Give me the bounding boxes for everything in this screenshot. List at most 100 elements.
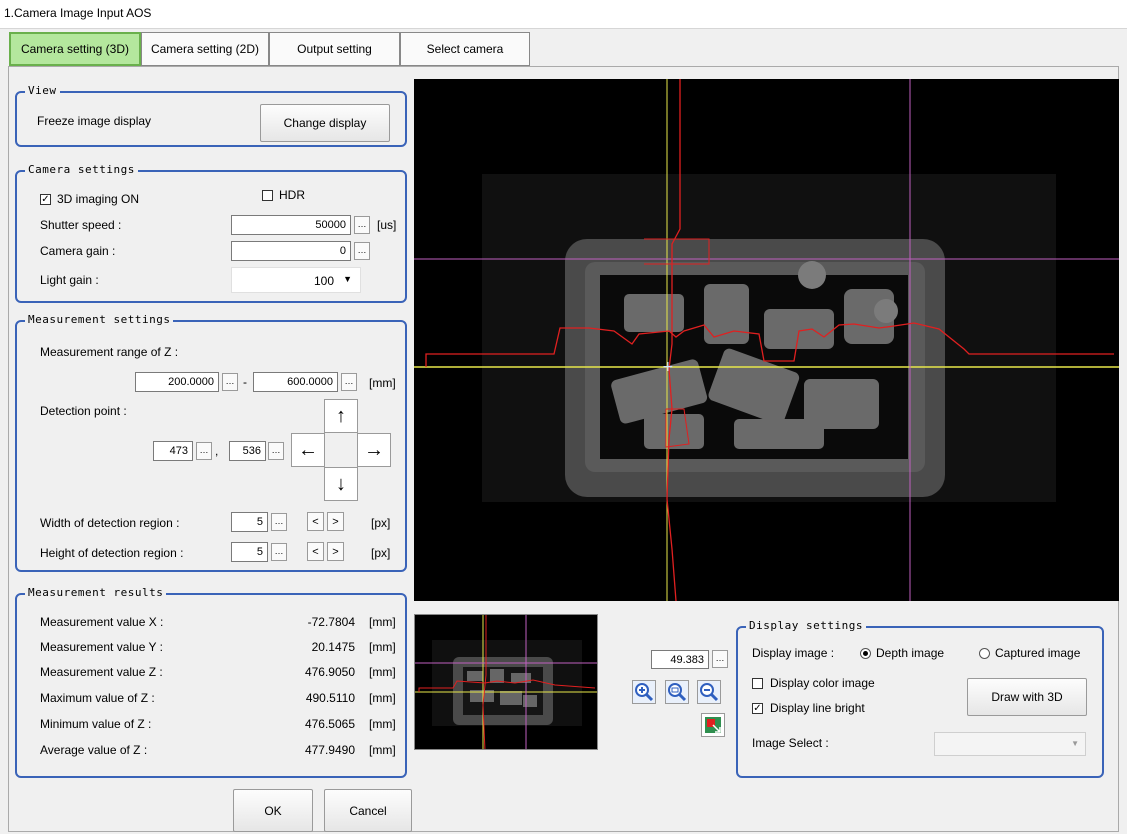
- width-increase-button[interactable]: >: [327, 512, 344, 531]
- height-region-label: Height of detection region :: [40, 546, 184, 560]
- result-unit: [mm]: [369, 717, 396, 731]
- camera-settings-group: Camera settings ✓ 3D imaging ON HDR Shut…: [15, 163, 407, 303]
- shutter-speed-edit-button[interactable]: …: [354, 216, 370, 234]
- depth-image: +: [414, 79, 1119, 601]
- measurement-settings-group: Measurement settings Measurement range o…: [15, 313, 407, 572]
- light-gain-select[interactable]: 100 ▼: [231, 267, 361, 293]
- window-titlebar: 1.Camera Image Input AOS: [0, 0, 1127, 29]
- camera-gain-input[interactable]: 0: [231, 241, 351, 261]
- result-label: Maximum value of Z :: [40, 691, 155, 705]
- height-increase-button[interactable]: >: [327, 542, 344, 561]
- width-decrease-button[interactable]: <: [307, 512, 324, 531]
- zoom-value-input[interactable]: 49.383: [651, 650, 709, 669]
- hdr-checkbox[interactable]: [262, 190, 273, 201]
- result-value: -72.7804: [307, 615, 355, 629]
- ok-button[interactable]: OK: [233, 789, 313, 832]
- imaging-3d-checkbox[interactable]: ✓: [40, 194, 51, 205]
- height-decrease-button[interactable]: <: [307, 542, 324, 561]
- depth-image-label: Depth image: [876, 646, 945, 660]
- result-label: Minimum value of Z :: [40, 717, 152, 731]
- result-unit: [mm]: [369, 640, 396, 654]
- line-bright-checkbox[interactable]: ✓: [752, 703, 763, 714]
- hdr-label: HDR: [279, 188, 305, 202]
- detection-comma: ,: [215, 444, 219, 458]
- tab-camera-setting-3d[interactable]: Camera setting (3D): [9, 32, 141, 66]
- display-settings-title: Display settings: [746, 619, 866, 632]
- cancel-button[interactable]: Cancel: [324, 789, 412, 832]
- height-region-edit-button[interactable]: …: [271, 543, 287, 561]
- tab-select-camera[interactable]: Select camera: [400, 32, 530, 66]
- width-unit: [px]: [371, 516, 391, 530]
- dropdown-arrow-icon: ▼: [343, 274, 352, 284]
- draw-3d-button[interactable]: Draw with 3D: [967, 678, 1087, 716]
- thumbnail-view[interactable]: [414, 614, 598, 750]
- measurement-settings-title: Measurement settings: [25, 313, 174, 326]
- captured-image-radio[interactable]: [979, 648, 990, 659]
- color-image-checkbox[interactable]: [752, 678, 763, 689]
- light-gain-label: Light gain :: [40, 273, 99, 287]
- range-z-label: Measurement range of Z :: [40, 345, 179, 359]
- range-unit: [mm]: [369, 376, 396, 390]
- camera-settings-title: Camera settings: [25, 163, 138, 176]
- move-up-button[interactable]: ↑: [324, 399, 358, 433]
- measurement-results-group: Measurement results Measurement value X …: [15, 586, 407, 778]
- zoom-out-icon[interactable]: [697, 680, 721, 704]
- dropdown-arrow-icon: ▼: [1071, 739, 1079, 748]
- depth-image-radio[interactable]: [860, 648, 871, 659]
- light-gain-value: 100: [313, 274, 334, 288]
- shutter-speed-label: Shutter speed :: [40, 218, 122, 232]
- result-label: Measurement value Y :: [40, 640, 163, 654]
- camera-gain-edit-button[interactable]: …: [354, 242, 370, 260]
- display-settings-group: Display settings Display image : Depth i…: [736, 619, 1104, 778]
- detection-y-input[interactable]: 536: [229, 441, 266, 461]
- height-unit: [px]: [371, 546, 391, 560]
- result-unit: [mm]: [369, 743, 396, 757]
- result-unit: [mm]: [369, 615, 396, 629]
- line-bright-label: Display line bright: [770, 701, 865, 715]
- range-z-min-input[interactable]: 200.0000: [135, 372, 219, 392]
- zoom-value-edit-button[interactable]: …: [712, 650, 728, 668]
- results-list: Measurement value X : -72.7804 [mm] Meas…: [17, 595, 405, 775]
- result-value: 476.9050: [304, 665, 355, 679]
- width-region-edit-button[interactable]: …: [271, 513, 287, 531]
- freeze-image-label: Freeze image display: [37, 114, 152, 128]
- range-z-max-input[interactable]: 600.0000: [253, 372, 338, 392]
- detection-y-edit-button[interactable]: …: [268, 442, 284, 460]
- result-value: 476.5065: [304, 717, 355, 731]
- width-region-label: Width of detection region :: [40, 516, 180, 530]
- move-left-button[interactable]: ←: [291, 433, 325, 467]
- tab-camera-setting-2d[interactable]: Camera setting (2D): [141, 32, 269, 66]
- detection-x-input[interactable]: 473: [153, 441, 193, 461]
- result-unit: [mm]: [369, 665, 396, 679]
- width-region-input[interactable]: 5: [231, 512, 268, 532]
- shutter-speed-input[interactable]: 50000: [231, 215, 351, 235]
- image-select-label: Image Select :: [752, 736, 829, 750]
- image-select-dropdown[interactable]: ▼: [934, 732, 1086, 756]
- result-value: 20.1475: [311, 640, 355, 654]
- camera-gain-label: Camera gain :: [40, 244, 116, 258]
- change-display-button[interactable]: Change display: [260, 104, 390, 142]
- height-region-input[interactable]: 5: [231, 542, 268, 562]
- range-separator: -: [243, 375, 247, 389]
- result-label: Measurement value Z :: [40, 665, 163, 679]
- window-title: 1.Camera Image Input AOS: [4, 6, 152, 20]
- tab-output-setting[interactable]: Output setting: [269, 32, 400, 66]
- display-image-label: Display image :: [752, 646, 835, 660]
- result-unit: [mm]: [369, 691, 396, 705]
- move-down-button[interactable]: ↓: [324, 467, 358, 501]
- move-right-button[interactable]: →: [357, 433, 391, 467]
- svg-text:+: +: [662, 359, 674, 375]
- result-value: 490.5110: [305, 691, 355, 705]
- main-image-view[interactable]: +: [414, 79, 1119, 601]
- shutter-speed-unit: [us]: [377, 218, 397, 232]
- range-z-min-edit-button[interactable]: …: [222, 373, 238, 391]
- captured-image-label: Captured image: [995, 646, 1081, 660]
- detection-point-label: Detection point :: [40, 404, 127, 418]
- range-z-max-edit-button[interactable]: …: [341, 373, 357, 391]
- imaging-3d-label: 3D imaging ON: [57, 192, 140, 206]
- zoom-in-icon[interactable]: [632, 680, 656, 704]
- color-image-label: Display color image: [770, 676, 875, 690]
- zoom-fit-icon[interactable]: [665, 680, 689, 704]
- fit-to-window-icon[interactable]: [701, 713, 725, 737]
- detection-x-edit-button[interactable]: …: [196, 442, 212, 460]
